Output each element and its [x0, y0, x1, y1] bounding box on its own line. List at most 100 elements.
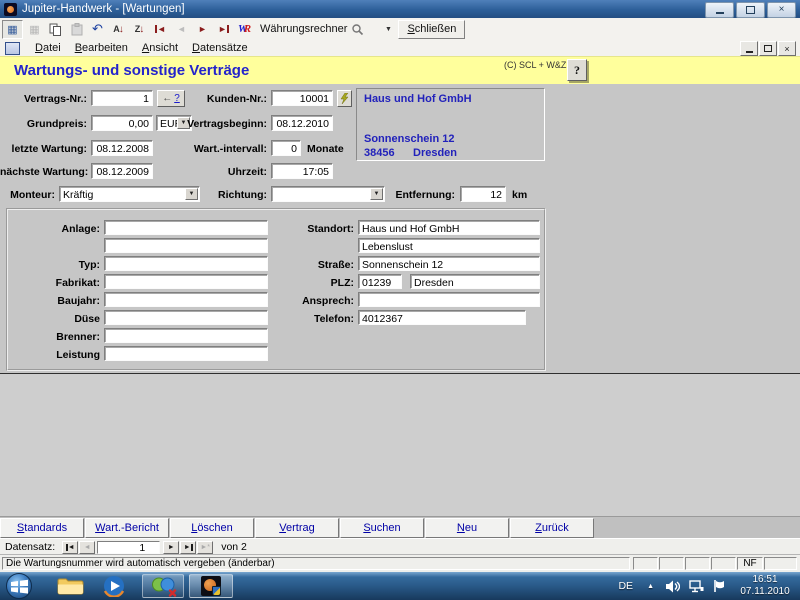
- last-record-button[interactable]: ►: [214, 21, 233, 38]
- loeschen-button[interactable]: Löschen: [170, 518, 254, 538]
- standort-field-1[interactable]: Haus und Hof GmbH: [358, 220, 540, 235]
- status-segment: [764, 557, 797, 570]
- anlage-field-1[interactable]: [104, 220, 268, 235]
- paste-button[interactable]: [67, 21, 86, 38]
- help-icon: ?: [574, 63, 580, 78]
- schliessen-button[interactable]: Schließen: [398, 20, 465, 39]
- menu-bearbeiten[interactable]: Bearbeiten: [68, 42, 135, 54]
- close-icon: ×: [779, 5, 785, 15]
- status-segment: [659, 557, 684, 570]
- ansprech-label: Ansprech:: [264, 295, 354, 307]
- customer-lookup-button[interactable]: [337, 90, 352, 107]
- language-indicator[interactable]: DE: [618, 580, 633, 592]
- wart-intervall-field[interactable]: 0: [271, 140, 301, 156]
- standards-button[interactable]: Standards: [0, 518, 84, 538]
- telefon-label: Telefon:: [264, 313, 354, 325]
- richtung-select[interactable]: ▼: [271, 186, 385, 202]
- datasheet-view-button[interactable]: ▦: [2, 20, 23, 39]
- explorer-taskbar-button[interactable]: [55, 575, 85, 597]
- previous-record-nav-button[interactable]: ◄: [79, 541, 95, 554]
- close-button[interactable]: ×: [767, 2, 796, 18]
- messenger-taskbar-button[interactable]: [142, 574, 184, 598]
- wart-bericht-button[interactable]: Wart.-Bericht: [85, 518, 169, 538]
- hidden-icons-button[interactable]: ▲: [647, 583, 654, 590]
- taskbar-clock[interactable]: 16:51 07.11.2010: [734, 574, 796, 598]
- start-button[interactable]: [6, 573, 32, 599]
- naechste-wartung-field[interactable]: 08.12.2009: [91, 163, 153, 179]
- typ-field[interactable]: [104, 256, 268, 271]
- mdi-restore-button[interactable]: [759, 41, 777, 56]
- vertrags-nr-label: Vertrags-Nr.:: [0, 93, 87, 105]
- customer-name: Haus und Hof GmbH: [364, 93, 472, 105]
- grundpreis-field[interactable]: 0,00: [91, 115, 153, 131]
- toolbar-dropdown-button[interactable]: ▼: [382, 22, 394, 36]
- leistung-field[interactable]: [104, 346, 268, 361]
- anlage-label: Anlage:: [10, 223, 100, 235]
- menu-datensaetze[interactable]: Datensätze: [185, 42, 255, 54]
- menu-datei[interactable]: Datei: [28, 42, 68, 54]
- vertragsbeginn-field[interactable]: 08.12.2010: [271, 115, 333, 131]
- anlage-field-2[interactable]: [104, 238, 268, 253]
- baujahr-field[interactable]: [104, 292, 268, 307]
- currency-wr-icon: WR: [238, 23, 251, 35]
- mdi-minimize-button[interactable]: [740, 41, 758, 56]
- fabrikat-field[interactable]: [104, 274, 268, 289]
- back-arrow-icon: ←: [162, 93, 172, 104]
- jupiter-taskbar-button[interactable]: [189, 574, 233, 598]
- kunden-nr-field[interactable]: 10001: [271, 90, 333, 106]
- chevron-down-icon[interactable]: ▼: [185, 188, 198, 200]
- sort-ascending-button[interactable]: A↓: [109, 21, 128, 38]
- app-icon: [4, 3, 17, 16]
- monteur-select[interactable]: Kräftig ▼: [59, 186, 200, 202]
- mdi-restore-icon: [764, 45, 772, 52]
- vertrags-nr-field[interactable]: 1: [91, 90, 153, 106]
- suchen-button[interactable]: Suchen: [340, 518, 424, 538]
- design-view-button[interactable]: ▦: [25, 21, 44, 38]
- next-record-button[interactable]: ►: [193, 21, 212, 38]
- vertrag-button[interactable]: Vertrag: [255, 518, 339, 538]
- chevron-down-icon[interactable]: ▼: [370, 188, 383, 200]
- customer-street: Sonnenschein 12: [364, 133, 454, 145]
- letzte-wartung-field[interactable]: 08.12.2008: [91, 140, 153, 156]
- plz-field[interactable]: 01239: [358, 274, 402, 289]
- restore-button[interactable]: [736, 2, 765, 18]
- uhrzeit-field[interactable]: 17:05: [271, 163, 333, 179]
- minimize-button[interactable]: [705, 2, 734, 18]
- duese-field[interactable]: [104, 310, 268, 325]
- previous-record-button[interactable]: ◄: [172, 21, 191, 38]
- last-record-nav-button[interactable]: ►: [180, 541, 196, 554]
- record-number-input[interactable]: 1: [97, 541, 160, 554]
- zurueck-button[interactable]: Zurück: [510, 518, 594, 538]
- standort-field-2[interactable]: Lebenslust: [358, 238, 540, 253]
- copy-button[interactable]: [46, 21, 65, 38]
- menu-ansicht[interactable]: Ansicht: [135, 42, 185, 54]
- ort-field[interactable]: Dresden: [410, 274, 540, 289]
- form-system-icon[interactable]: [5, 42, 20, 55]
- record-navigator: Datensatz: ◄ ◄ 1 ► ► ►* von 2: [0, 538, 800, 555]
- brenner-field[interactable]: [104, 328, 268, 343]
- sort-descending-button[interactable]: Z↓: [130, 21, 149, 38]
- new-record-nav-button[interactable]: ►*: [197, 541, 213, 554]
- help-button[interactable]: ?: [567, 59, 587, 81]
- plz-label: PLZ:: [264, 277, 354, 289]
- mdi-close-button[interactable]: ×: [778, 41, 796, 56]
- strasse-field[interactable]: Sonnenschein 12: [358, 256, 540, 271]
- volume-icon[interactable]: [666, 580, 680, 593]
- currency-tool-button[interactable]: WR: [235, 21, 254, 38]
- typ-label: Typ:: [10, 259, 100, 271]
- fabrikat-label: Fabrikat:: [10, 277, 100, 289]
- network-icon[interactable]: [689, 580, 704, 593]
- first-record-nav-button[interactable]: ◄: [62, 541, 78, 554]
- next-record-nav-button[interactable]: ►: [163, 541, 179, 554]
- neu-button[interactable]: Neu: [425, 518, 509, 538]
- action-center-flag-icon[interactable]: [713, 579, 726, 593]
- entfernung-field[interactable]: 12: [460, 186, 506, 202]
- folder-icon: [57, 576, 84, 596]
- media-player-taskbar-button[interactable]: [99, 575, 129, 597]
- ansprech-field[interactable]: [358, 292, 540, 307]
- first-record-button[interactable]: ◄: [151, 21, 170, 38]
- telefon-field[interactable]: 4012367: [358, 310, 526, 325]
- undo-button[interactable]: ↶: [88, 21, 107, 38]
- nav-previous-icon: ◄: [84, 544, 91, 551]
- paste-icon: [71, 23, 83, 36]
